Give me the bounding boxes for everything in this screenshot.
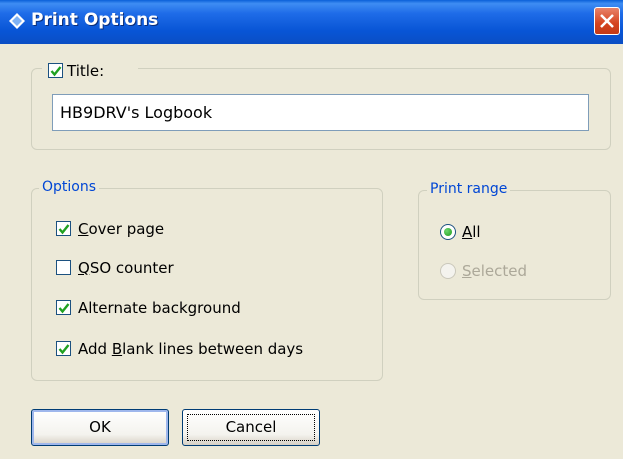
close-button[interactable]: [594, 7, 620, 35]
title-checkbox[interactable]: [48, 63, 63, 78]
print-range-selected-label: Selected: [462, 262, 528, 280]
title-checkbox-label: Title:: [67, 62, 105, 80]
window-title: Print Options: [31, 10, 159, 30]
cover-page-label: Cover page: [78, 220, 165, 238]
focus-rectangle: [187, 414, 315, 441]
print-options-dialog: Print Options Title: Options Cover page …: [0, 0, 623, 459]
checkmark-icon: [58, 224, 70, 235]
ok-button[interactable]: OK: [31, 409, 169, 446]
alternate-background-label: Alternate background: [78, 299, 241, 317]
diamond-app-icon: [9, 13, 25, 29]
qso-counter-label: QSO counter: [78, 259, 174, 277]
checkmark-icon: [50, 66, 62, 77]
title-input[interactable]: [52, 94, 589, 131]
options-group-label: Options: [39, 179, 100, 195]
checkmark-icon: [58, 303, 70, 314]
cover-page-checkbox[interactable]: [56, 221, 71, 236]
print-range-group: [418, 190, 611, 300]
checkmark-icon: [58, 344, 70, 355]
blank-lines-checkbox[interactable]: [56, 341, 71, 356]
print-range-selected-radio[interactable]: [440, 263, 456, 279]
print-range-all-label: All: [462, 223, 481, 241]
cancel-button[interactable]: Cancel: [182, 409, 320, 446]
close-icon: [600, 14, 614, 28]
blank-lines-label: Add Blank lines between days: [78, 340, 304, 358]
print-range-all-radio[interactable]: [440, 224, 456, 240]
print-range-group-label: Print range: [427, 181, 511, 197]
qso-counter-checkbox[interactable]: [56, 260, 71, 275]
title-bar[interactable]: Print Options: [0, 0, 623, 44]
alternate-background-checkbox[interactable]: [56, 300, 71, 315]
